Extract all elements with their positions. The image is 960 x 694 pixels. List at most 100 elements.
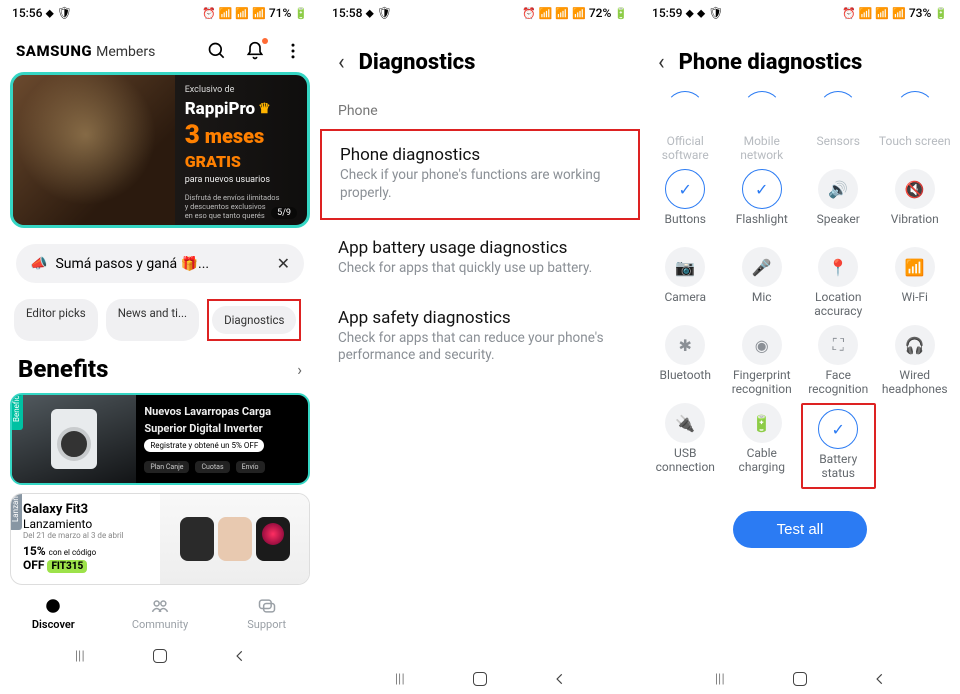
benefits-header[interactable]: Benefits › [0, 341, 320, 393]
nav-back[interactable] [870, 669, 890, 689]
diag-item-fingerprint-recognition[interactable]: ◉ Fingerprint recognition [725, 325, 800, 397]
item-phone-diagnostics[interactable]: Phone diagnostics Check if your phone's … [320, 129, 640, 220]
screen-diagnostics-list: 15:58 ⬥ 🛡 ⏰ 📶 📶 📶 72% 🔋 ‹ Diagnostics Ph… [320, 0, 640, 694]
status-time: 15:59 [652, 6, 682, 20]
tab-support[interactable]: Support [213, 585, 320, 641]
people-icon [150, 596, 170, 616]
android-nav: ||| [320, 664, 640, 694]
back-icon[interactable]: ‹ [338, 50, 345, 75]
item-title: App safety diagnostics [338, 308, 622, 328]
chip-news[interactable]: News and ti... [106, 299, 199, 341]
benefit-card-washer[interactable]: Beneficio Nuevos Lavarropas Carga Superi… [10, 393, 310, 485]
notifications-icon[interactable] [244, 40, 266, 62]
diag-item-camera[interactable]: 📷Camera [648, 247, 723, 319]
status-app-icon: ⬥ [685, 6, 693, 21]
page-title: Phone diagnostics [679, 50, 863, 75]
diag-item-buttons[interactable]: ✓Buttons [648, 169, 723, 241]
diag-item-vibration[interactable]: 🔇Vibration [878, 169, 953, 241]
card3-tag: Lanzamiento [10, 493, 22, 530]
wifi-icon: 📶 [539, 7, 553, 20]
card3-off: 15% con el código OFF FIT315 [23, 544, 154, 572]
diag-item-mobile-network[interactable]: Mobile network [725, 91, 800, 163]
diag-item-location-accuracy[interactable]: 📍Location accuracy [801, 247, 876, 319]
card3-name: Galaxy Fit3 [23, 502, 154, 517]
diag-item-wi-fi[interactable]: 📶Wi-Fi [878, 247, 953, 319]
notice-text: Sumá pasos y ganá 🎁... [55, 256, 268, 272]
status-shield-icon: 🛡 [708, 6, 723, 20]
diag-item-usb-connection[interactable]: 🔌USB connection [648, 403, 723, 489]
android-nav: ||| [0, 641, 320, 671]
banner-sub: para nuevos usuarios [185, 175, 297, 185]
page-header: ‹ Phone diagnostics [640, 26, 960, 87]
diag-label: Wi-Fi [902, 291, 928, 319]
check-icon: ✓ [818, 409, 858, 449]
diag-label: Fingerprint recognition [725, 369, 800, 397]
nav-home[interactable] [150, 646, 170, 666]
overflow-icon[interactable] [282, 40, 304, 62]
diag-item-battery-status[interactable]: ✓Battery status [805, 409, 872, 481]
diag-label: Official software [648, 135, 723, 163]
status-battery: 71% [269, 6, 291, 20]
diag-highlight: ✓Battery status [801, 403, 876, 489]
nav-back[interactable] [230, 646, 250, 666]
test-all-button[interactable]: Test all [733, 511, 868, 548]
tab-community[interactable]: Community [107, 585, 214, 641]
chip-editor-picks[interactable]: Editor picks [14, 299, 98, 341]
diag-item-wired-headphones[interactable]: 🎧 Wired headphones [878, 325, 953, 397]
tab-discover[interactable]: Discover [0, 585, 107, 641]
diag-label: Bluetooth [660, 369, 711, 397]
diag-item-official-software[interactable]: Official software [648, 91, 723, 163]
diag-label: Flashlight [736, 213, 788, 241]
back-icon[interactable]: ‹ [658, 50, 665, 75]
check-partial-icon [818, 91, 858, 131]
diag-glyph-icon: 🎧 [895, 325, 935, 365]
battery-icon: 🔋 [614, 7, 628, 20]
benefit-card-fit3[interactable]: Lanzamiento Galaxy Fit3 Lanzamiento Del … [10, 493, 310, 585]
diag-label: Cable charging [725, 447, 800, 475]
diag-item-mic[interactable]: 🎤 Mic [725, 247, 800, 319]
diag-item-touch-screen[interactable]: Touch screen [878, 91, 953, 163]
item-desc: Check for apps that quickly use up batte… [338, 260, 622, 278]
notice-bar[interactable]: 📣 Sumá pasos y ganá 🎁... ✕ [16, 244, 304, 283]
diag-glyph-icon: 🔋 [742, 403, 782, 443]
close-icon[interactable]: ✕ [277, 254, 290, 273]
diag-item-flashlight[interactable]: ✓Flashlight [725, 169, 800, 241]
diag-item-bluetooth[interactable]: ✱Bluetooth [648, 325, 723, 397]
card3-lanz: Lanzamiento [23, 517, 154, 531]
banner-meses: 3 meses [185, 123, 297, 148]
nav-back[interactable] [550, 669, 570, 689]
card3-dates: Del 21 de marzo al 3 de abril [23, 531, 154, 540]
diag-item-sensors[interactable]: Sensors [801, 91, 876, 163]
screen-phone-diagnostics: 15:59 ⬥ ⬥ 🛡 ⏰ 📶 📶 📶 73% 🔋 ‹ Phone diagno… [640, 0, 960, 694]
diag-glyph-icon: 🔊 [818, 169, 858, 209]
item-battery-diagnostics[interactable]: App battery usage diagnostics Check for … [320, 224, 640, 294]
diag-label: Wired headphones [878, 369, 953, 397]
item-safety-diagnostics[interactable]: App safety diagnostics Check for apps th… [320, 294, 640, 381]
nav-home[interactable] [470, 669, 490, 689]
banner-exclusivo: Exclusivo de [185, 85, 297, 95]
promo-banner[interactable]: Beneficio Exclusivo de RappiPro♛ 3 meses… [10, 72, 310, 228]
nav-home[interactable] [790, 669, 810, 689]
diag-item-face-recognition[interactable]: ⛶Face recognition [801, 325, 876, 397]
alarm-icon: ⏰ [202, 7, 216, 20]
battery-icon: 🔋 [294, 7, 308, 20]
wifi-icon: 📶 [859, 7, 873, 20]
diag-item-speaker[interactable]: 🔊Speaker [801, 169, 876, 241]
chip-diagnostics[interactable]: Diagnostics [212, 306, 296, 334]
check-partial-icon [895, 91, 935, 131]
diag-label: USB connection [648, 447, 723, 475]
diag-label: Mic [752, 291, 772, 319]
banner-rappi: RappiPro♛ [185, 99, 297, 119]
diag-glyph-icon: 🎤 [742, 247, 782, 287]
diag-glyph-icon: 🔇 [895, 169, 935, 209]
nav-recent[interactable]: ||| [710, 669, 730, 689]
diag-glyph-icon: ◉ [742, 325, 782, 365]
status-bar: 15:58 ⬥ 🛡 ⏰ 📶 📶 📶 72% 🔋 [320, 0, 640, 26]
nav-recent[interactable]: ||| [390, 669, 410, 689]
chevron-right-icon: › [297, 360, 302, 379]
search-icon[interactable] [206, 40, 228, 62]
nav-recent[interactable]: ||| [70, 646, 90, 666]
diagnostics-grid: Official softwareMobile network Sensors To… [640, 87, 960, 493]
diag-label: Sensors [817, 135, 860, 163]
diag-item-cable-charging[interactable]: 🔋 Cable charging [725, 403, 800, 489]
